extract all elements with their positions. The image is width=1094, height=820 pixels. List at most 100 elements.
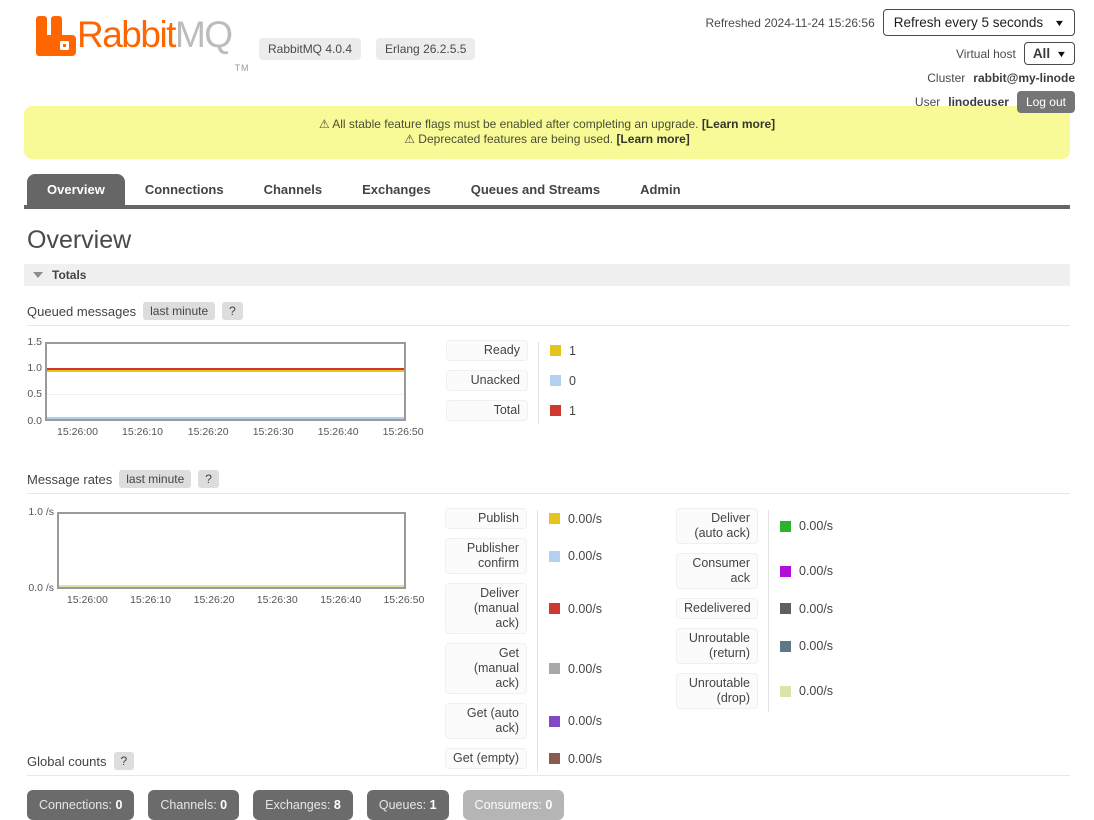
rabbitmq-logo[interactable]: RabbitMQTM xyxy=(36,14,250,89)
collapse-triangle-icon[interactable] xyxy=(33,272,43,278)
consumer-ack-swatch xyxy=(780,566,791,577)
chevron-down-icon: ▼ xyxy=(1054,18,1066,28)
rate-series-line xyxy=(59,585,404,587)
x-tick: 15:26:50 xyxy=(383,426,424,438)
x-tick: 15:26:40 xyxy=(320,594,361,606)
tab-admin[interactable]: Admin xyxy=(620,174,700,205)
legend-row-unroutable-return: Unroutable (return) 0.00/s xyxy=(676,628,833,664)
legend-label-unroutable-return[interactable]: Unroutable (return) xyxy=(676,628,758,664)
totals-section-header[interactable]: Totals xyxy=(24,264,1070,286)
legend-label-total[interactable]: Total xyxy=(446,400,528,421)
x-axis-labels: 15:26:00 15:26:10 15:26:20 15:26:30 15:2… xyxy=(45,426,406,439)
rabbitmq-version-badge: RabbitMQ 4.0.4 xyxy=(259,38,361,60)
queued-messages-title: Queued messages xyxy=(27,304,136,319)
nav-tabs: Overview Connections Channels Exchanges … xyxy=(24,174,1070,209)
ready-value: 1 xyxy=(569,344,576,358)
refreshed-timestamp: Refreshed 2024-11-24 15:26:56 xyxy=(706,16,875,30)
ready-swatch xyxy=(550,345,561,356)
legend-label-publish[interactable]: Publish xyxy=(445,508,527,529)
cluster-name: rabbit@my-linode xyxy=(973,71,1075,85)
total-series-line xyxy=(47,368,404,370)
x-tick: 15:26:00 xyxy=(67,594,108,606)
message-rates-help-icon[interactable]: ? xyxy=(198,470,219,488)
logout-button[interactable]: Log out xyxy=(1017,91,1075,113)
legend-row-unacked: Unacked 0 xyxy=(446,370,576,391)
x-tick: 15:26:10 xyxy=(130,594,171,606)
x-tick: 15:26:00 xyxy=(57,426,98,438)
erlang-version-badge: Erlang 26.2.5.5 xyxy=(376,38,475,60)
get-auto-ack-swatch xyxy=(549,716,560,727)
global-counts-title: Global counts xyxy=(27,754,107,769)
total-swatch xyxy=(550,405,561,416)
queued-messages-header: Queued messages last minute ? xyxy=(27,302,1070,326)
x-axis-labels: 15:26:00 15:26:10 15:26:20 15:26:30 15:2… xyxy=(57,594,406,607)
virtual-host-select[interactable]: All ▼ xyxy=(1024,42,1075,65)
unacked-series-line xyxy=(47,417,404,419)
exchanges-count-badge[interactable]: Exchanges: 8 xyxy=(253,790,353,820)
warning-icon: ⚠ xyxy=(404,132,415,146)
legend-row-publish: Publish 0.00/s xyxy=(445,508,602,529)
legend-label-publisher-confirm[interactable]: Publisher confirm xyxy=(445,538,527,574)
get-empty-swatch xyxy=(549,753,560,764)
legend-row-redelivered: Redelivered 0.00/s xyxy=(676,598,833,619)
learn-more-link[interactable]: [Learn more] xyxy=(616,132,689,146)
tab-connections[interactable]: Connections xyxy=(125,174,244,205)
legend-label-get-manual-ack[interactable]: Get (manual ack) xyxy=(445,643,527,694)
x-tick: 15:26:20 xyxy=(188,426,229,438)
legend-label-deliver-auto-ack[interactable]: Deliver (auto ack) xyxy=(676,508,758,544)
page-title: Overview xyxy=(27,226,1070,255)
legend-label-unacked[interactable]: Unacked xyxy=(446,370,528,391)
deliver-auto-ack-swatch xyxy=(780,521,791,532)
legend-label-get-auto-ack[interactable]: Get (auto ack) xyxy=(445,703,527,739)
legend-row-deliver-manual-ack: Deliver (manual ack) 0.00/s xyxy=(445,583,602,634)
tab-queues-and-streams[interactable]: Queues and Streams xyxy=(451,174,620,205)
queues-count-badge[interactable]: Queues: 1 xyxy=(367,790,449,820)
unroutable-drop-swatch xyxy=(780,686,791,697)
message-rates-chart-block: 1.0 /s 0.0 /s 15:26:00 15:26:10 15:26:20… xyxy=(24,506,1070,746)
legend-label-unroutable-drop[interactable]: Unroutable (drop) xyxy=(676,673,758,709)
y-tick: 1.0 /s xyxy=(24,506,54,518)
channels-count-badge[interactable]: Channels: 0 xyxy=(148,790,239,820)
message-rates-legend-left: Publish 0.00/s Publisher confirm 0.00/s … xyxy=(445,508,602,778)
get-manual-ack-swatch xyxy=(549,663,560,674)
legend-label-deliver-manual-ack[interactable]: Deliver (manual ack) xyxy=(445,583,527,634)
header: RabbitMQTM RabbitMQ 4.0.4 Erlang 26.2.5.… xyxy=(0,0,1094,106)
header-controls: Refreshed 2024-11-24 15:26:56 Refresh ev… xyxy=(706,9,1076,113)
version-badges: RabbitMQ 4.0.4 Erlang 26.2.5.5 xyxy=(259,38,475,60)
legend-label-redelivered[interactable]: Redelivered xyxy=(676,598,758,619)
y-tick: 1.5 xyxy=(24,336,42,348)
legend-label-get-empty[interactable]: Get (empty) xyxy=(445,748,527,769)
queued-messages-range-badge[interactable]: last minute xyxy=(143,302,215,320)
tab-exchanges[interactable]: Exchanges xyxy=(342,174,451,205)
chevron-down-icon: ▼ xyxy=(1056,49,1068,59)
legend-label-ready[interactable]: Ready xyxy=(446,340,528,361)
queued-messages-chart-block: 1.5 1.0 0.5 0.0 15:26:00 15:26:10 15:26:… xyxy=(24,336,1070,454)
global-counts-help-icon[interactable]: ? xyxy=(114,752,135,770)
publisher-confirm-swatch xyxy=(549,551,560,562)
legend-row-get-manual-ack: Get (manual ack) 0.00/s xyxy=(445,643,602,694)
queued-messages-help-icon[interactable]: ? xyxy=(222,302,243,320)
connections-count-badge[interactable]: Connections: 0 xyxy=(27,790,134,820)
message-rates-range-badge[interactable]: last minute xyxy=(119,470,191,488)
legend-row-ready: Ready 1 xyxy=(446,340,576,361)
learn-more-link[interactable]: [Learn more] xyxy=(702,117,775,131)
rabbitmq-logo-icon xyxy=(36,16,76,56)
consumers-count-badge[interactable]: Consumers: 0 xyxy=(463,790,565,820)
logo-wordmark: RabbitMQTM xyxy=(77,14,250,89)
tab-overview[interactable]: Overview xyxy=(27,174,125,205)
y-tick: 1.0 xyxy=(24,362,42,374)
warning-banner: ⚠ All stable feature flags must be enabl… xyxy=(24,106,1070,159)
totals-section-label: Totals xyxy=(52,268,86,282)
x-tick: 15:26:30 xyxy=(257,594,298,606)
y-tick: 0.0 /s xyxy=(24,582,54,594)
legend-label-consumer-ack[interactable]: Consumer ack xyxy=(676,553,758,589)
virtual-host-label: Virtual host xyxy=(956,47,1016,61)
x-tick: 15:26:40 xyxy=(318,426,359,438)
message-rates-header: Message rates last minute ? xyxy=(27,470,1070,494)
refresh-interval-select[interactable]: Refresh every 5 seconds ▼ xyxy=(883,9,1075,36)
tab-channels[interactable]: Channels xyxy=(244,174,343,205)
global-counts-badges: Connections: 0 Channels: 0 Exchanges: 8 … xyxy=(27,790,1070,820)
legend-row-get-empty: Get (empty) 0.00/s xyxy=(445,748,602,769)
queued-messages-legend: Ready 1 Unacked 0 Total 1 xyxy=(446,340,576,430)
unacked-value: 0 xyxy=(569,374,576,388)
